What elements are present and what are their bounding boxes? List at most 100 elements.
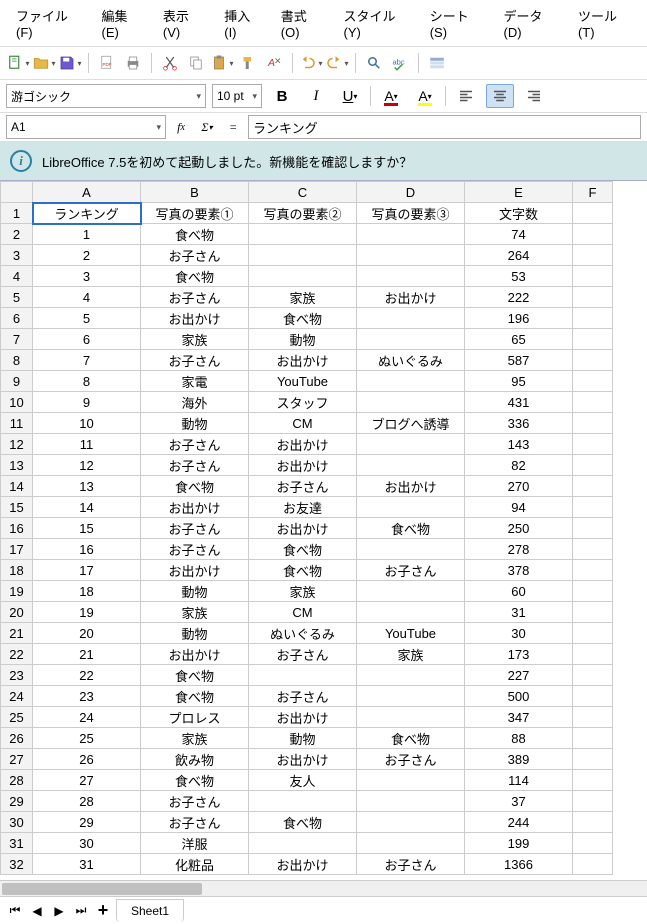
row-header[interactable]: 32 — [1, 854, 33, 875]
cell[interactable]: 347 — [465, 707, 573, 728]
cell[interactable]: お出かけ — [141, 560, 249, 581]
cell[interactable] — [249, 791, 357, 812]
cell[interactable]: 88 — [465, 728, 573, 749]
spreadsheet-grid[interactable]: A B C D E F 1ランキング写真の要素①写真の要素②写真の要素③文字数2… — [0, 181, 613, 875]
cell[interactable] — [573, 728, 613, 749]
cell[interactable]: 8 — [33, 371, 141, 392]
row-header[interactable]: 2 — [1, 224, 33, 245]
cell[interactable] — [249, 665, 357, 686]
row-header[interactable]: 1 — [1, 203, 33, 224]
cell[interactable]: 食べ物 — [249, 812, 357, 833]
cell[interactable] — [573, 770, 613, 791]
cell[interactable]: 食べ物 — [141, 224, 249, 245]
cell[interactable]: 28 — [33, 791, 141, 812]
cell[interactable]: 1 — [33, 224, 141, 245]
row-header[interactable]: 4 — [1, 266, 33, 287]
cell[interactable]: お子さん — [141, 350, 249, 371]
cell[interactable]: お出かけ — [249, 749, 357, 770]
highlight-color-button[interactable]: A▾ — [411, 84, 439, 108]
cell[interactable]: お子さん — [141, 791, 249, 812]
cell[interactable] — [357, 245, 465, 266]
sheet-area[interactable]: A B C D E F 1ランキング写真の要素①写真の要素②写真の要素③文字数2… — [0, 181, 647, 880]
cell[interactable]: 389 — [465, 749, 573, 770]
open-button[interactable]: ▾ — [32, 51, 56, 75]
italic-button[interactable]: I — [302, 84, 330, 108]
col-header-D[interactable]: D — [357, 182, 465, 203]
cell[interactable]: 227 — [465, 665, 573, 686]
cell[interactable]: 家族 — [141, 728, 249, 749]
row-header[interactable]: 5 — [1, 287, 33, 308]
row-header[interactable]: 12 — [1, 434, 33, 455]
row-header[interactable]: 19 — [1, 581, 33, 602]
cell[interactable]: お子さん — [141, 434, 249, 455]
cell[interactable]: 378 — [465, 560, 573, 581]
cell[interactable]: 264 — [465, 245, 573, 266]
clone-format-button[interactable] — [236, 51, 260, 75]
cell[interactable]: 写真の要素① — [141, 203, 249, 224]
spellcheck-button[interactable]: abc — [388, 51, 412, 75]
align-center-button[interactable] — [486, 84, 514, 108]
cell[interactable]: お出かけ — [141, 308, 249, 329]
cell[interactable]: お出かけ — [249, 707, 357, 728]
cell[interactable] — [573, 623, 613, 644]
cell[interactable]: お子さん — [141, 539, 249, 560]
cell[interactable]: お出かけ — [249, 434, 357, 455]
cell[interactable]: お子さん — [141, 812, 249, 833]
row-header[interactable]: 31 — [1, 833, 33, 854]
cell[interactable] — [573, 413, 613, 434]
export-pdf-button[interactable]: PDF — [95, 51, 119, 75]
menu-insert[interactable]: 挿入(I) — [214, 4, 271, 42]
cell[interactable]: お出かけ — [357, 287, 465, 308]
row-header[interactable]: 8 — [1, 350, 33, 371]
cell[interactable]: 31 — [33, 854, 141, 875]
menu-tools[interactable]: ツール(T) — [568, 4, 641, 42]
cell[interactable]: 27 — [33, 770, 141, 791]
menu-format[interactable]: 書式(O) — [271, 4, 334, 42]
cell[interactable]: お子さん — [141, 245, 249, 266]
row-header[interactable]: 7 — [1, 329, 33, 350]
cell[interactable]: 21 — [33, 644, 141, 665]
cell[interactable] — [357, 581, 465, 602]
cell[interactable] — [249, 245, 357, 266]
cell[interactable] — [357, 455, 465, 476]
col-header-C[interactable]: C — [249, 182, 357, 203]
cell[interactable] — [573, 329, 613, 350]
row-header[interactable]: 14 — [1, 476, 33, 497]
copy-button[interactable] — [184, 51, 208, 75]
cell[interactable]: 270 — [465, 476, 573, 497]
cell[interactable] — [573, 350, 613, 371]
cell[interactable] — [357, 686, 465, 707]
cell[interactable]: 家族 — [357, 644, 465, 665]
cell[interactable]: お出かけ — [249, 455, 357, 476]
cut-button[interactable] — [158, 51, 182, 75]
cell[interactable] — [573, 455, 613, 476]
cell[interactable]: お出かけ — [249, 518, 357, 539]
cell[interactable] — [357, 371, 465, 392]
cell[interactable] — [573, 287, 613, 308]
cell[interactable]: お子さん — [141, 287, 249, 308]
cell[interactable] — [357, 707, 465, 728]
cell[interactable] — [357, 329, 465, 350]
cell[interactable]: 17 — [33, 560, 141, 581]
cell[interactable] — [357, 770, 465, 791]
menu-file[interactable]: ファイル(F) — [6, 4, 91, 42]
cell[interactable]: 500 — [465, 686, 573, 707]
cell[interactable]: 海外 — [141, 392, 249, 413]
cell[interactable]: 5 — [33, 308, 141, 329]
save-button[interactable]: ▾ — [58, 51, 82, 75]
cell[interactable]: 53 — [465, 266, 573, 287]
cell[interactable] — [357, 833, 465, 854]
cell[interactable]: 動物 — [141, 413, 249, 434]
cell[interactable]: 動物 — [249, 329, 357, 350]
cell[interactable] — [357, 539, 465, 560]
cell[interactable]: 173 — [465, 644, 573, 665]
cell[interactable]: 94 — [465, 497, 573, 518]
cell[interactable]: 587 — [465, 350, 573, 371]
cell[interactable]: 動物 — [141, 581, 249, 602]
menu-styles[interactable]: スタイル(Y) — [334, 4, 420, 42]
cell[interactable] — [249, 224, 357, 245]
cell[interactable]: 20 — [33, 623, 141, 644]
cell[interactable]: 23 — [33, 686, 141, 707]
sum-button[interactable]: Σ▾ — [196, 116, 218, 138]
font-name-combo[interactable]: 游ゴシック▾ — [6, 84, 206, 108]
